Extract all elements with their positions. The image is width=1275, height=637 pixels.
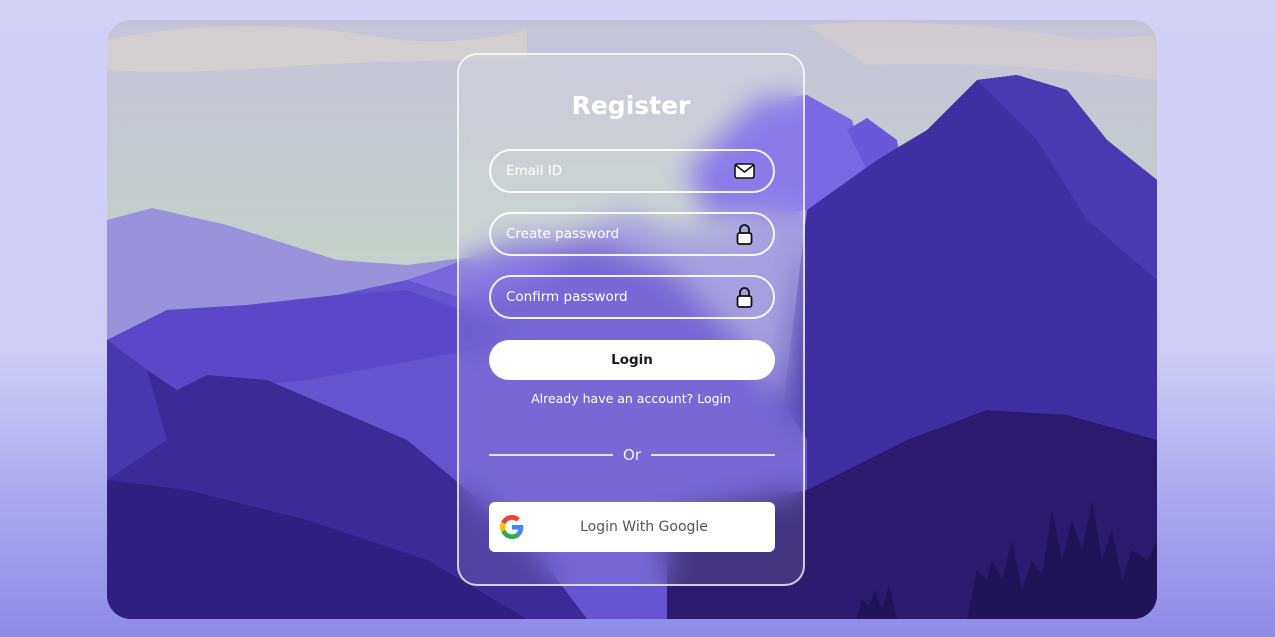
or-divider: Or [489,445,776,465]
password-placeholder: Create password [506,226,620,242]
email-placeholder: Email ID [506,163,563,179]
google-button-label: Login With Google [580,519,708,535]
confirm-placeholder: Confirm password [506,289,628,305]
divider-line-right [651,454,776,456]
already-have-account-link[interactable]: Already have an account? Login [459,391,803,406]
login-button[interactable]: Login [489,340,775,380]
register-card: Register Email ID Create password Confir… [457,53,805,586]
login-with-google-button[interactable]: Login With Google [489,502,775,552]
lock-icon [733,286,755,308]
form-title: Register [571,91,691,120]
email-field[interactable]: Email ID [489,149,775,193]
envelope-icon [733,160,755,182]
create-password-field[interactable]: Create password [489,212,775,256]
or-text: Or [623,446,641,464]
lock-icon [733,223,755,245]
divider-line-left [489,454,614,456]
confirm-password-field[interactable]: Confirm password [489,275,775,319]
